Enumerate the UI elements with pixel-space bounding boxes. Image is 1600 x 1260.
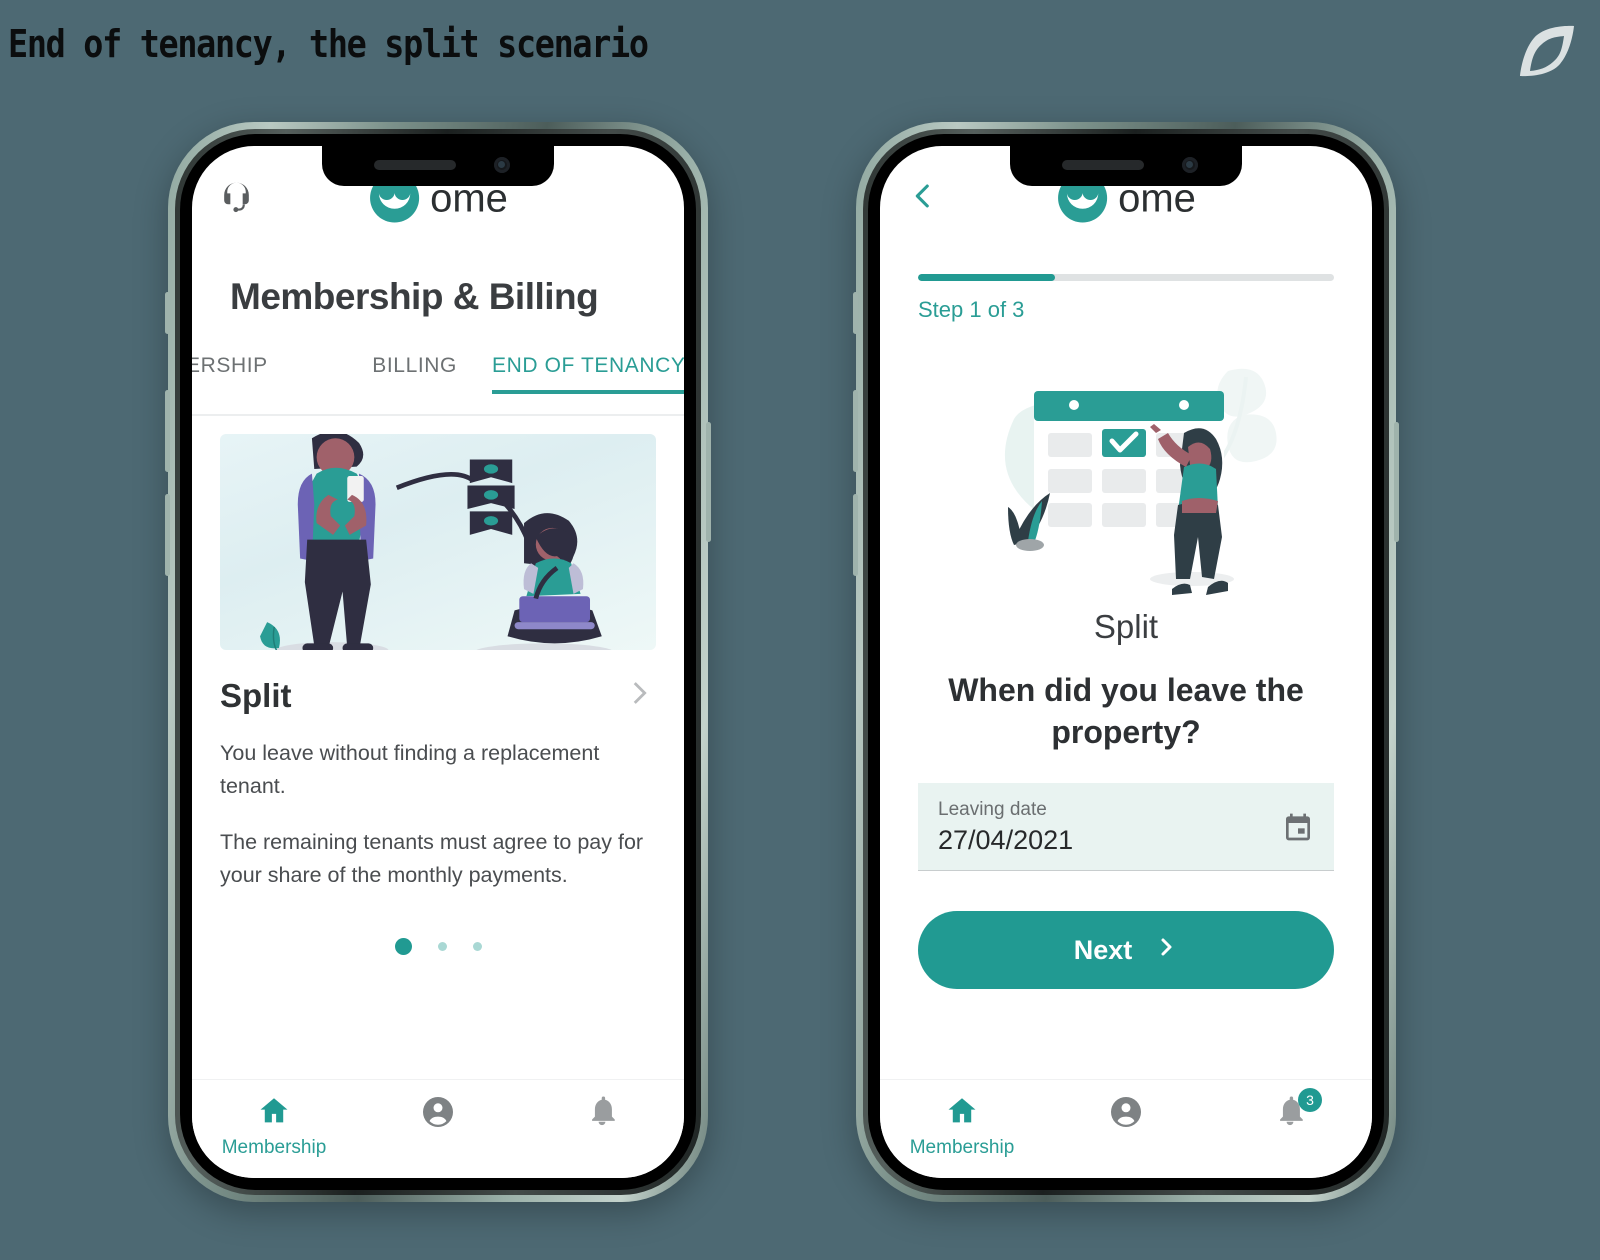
nav-item-profile[interactable] [1044, 1080, 1208, 1135]
step-progress [880, 274, 1372, 281]
calendar-icon[interactable] [1282, 811, 1314, 843]
bottom-navigation-right: Membership 3 [880, 1079, 1372, 1178]
home-icon [257, 1094, 291, 1133]
power-button[interactable] [1394, 422, 1399, 542]
earpiece-speaker [1062, 160, 1144, 170]
tab-bar-rule [192, 414, 684, 416]
nav-item-profile[interactable] [356, 1080, 520, 1135]
bell-icon [585, 1094, 619, 1133]
progress-fill [918, 274, 1056, 281]
chevron-left-icon[interactable] [906, 179, 940, 213]
card-header: Split [192, 650, 684, 715]
nav-item-notifications[interactable]: 3 [1208, 1080, 1372, 1133]
home-icon [945, 1094, 979, 1133]
tab-end-of-tenancy[interactable]: END OF TENANCY [492, 354, 684, 394]
split-illustration [220, 434, 656, 650]
earpiece-speaker [374, 160, 456, 170]
nav-label-membership: Membership [221, 1137, 327, 1158]
nav-item-membership[interactable]: Membership [880, 1080, 1044, 1159]
phone-right-device: ome Step 1 of 3 Split When did you leave… [853, 122, 1399, 1202]
leaving-date-label: Leaving date [938, 799, 1047, 821]
card-title: Split [220, 676, 292, 714]
notch [322, 146, 554, 186]
carousel-dot-2[interactable] [437, 942, 447, 952]
leaving-date-field[interactable]: Leaving date 27/04/2021 [918, 783, 1334, 872]
notch [1010, 146, 1242, 186]
volume-up-button[interactable] [165, 390, 170, 472]
volume-down-button[interactable] [853, 494, 858, 576]
person-icon [420, 1094, 456, 1135]
next-button-label: Next [1073, 934, 1133, 965]
step-label: Step 1 of 3 [918, 297, 1025, 322]
person-icon [1108, 1094, 1144, 1135]
chevron-right-icon[interactable] [622, 676, 656, 715]
front-camera [1182, 157, 1198, 173]
flow-question: When did you leave the property? [948, 672, 1304, 750]
carousel-dots [192, 938, 684, 956]
chevron-right-icon [1154, 935, 1178, 966]
tab-billing[interactable]: BILLING [337, 354, 492, 394]
leaving-date-value[interactable]: 27/04/2021 [938, 825, 1314, 856]
nav-label-membership: Membership [909, 1137, 1015, 1158]
carousel-dot-3[interactable] [472, 942, 482, 952]
phone-left-screen: ome Membership & Billing ERSHIP BILLING … [192, 146, 684, 1178]
card-paragraph-2: The remaining tenants must agree to pay … [220, 829, 644, 887]
notification-badge: 3 [1298, 1088, 1322, 1112]
tab-bar: ERSHIP BILLING END OF TENANCY [192, 354, 684, 416]
nav-item-membership[interactable]: Membership [192, 1080, 356, 1159]
progress-track [918, 274, 1334, 281]
volume-down-button[interactable] [165, 494, 170, 576]
nav-item-notifications[interactable] [520, 1080, 684, 1133]
phone-right-screen: ome Step 1 of 3 Split When did you leave… [880, 146, 1372, 1178]
silence-switch[interactable] [853, 292, 858, 334]
headset-icon[interactable] [218, 178, 255, 215]
next-button[interactable]: Next [918, 911, 1334, 990]
page-title: End of tenancy, the split scenario [8, 22, 649, 66]
tab-membership[interactable]: ERSHIP [192, 354, 337, 394]
phone-left-device: ome Membership & Billing ERSHIP BILLING … [165, 122, 711, 1202]
front-camera [494, 157, 510, 173]
bottom-navigation-left: Membership [192, 1079, 684, 1178]
silence-switch[interactable] [165, 292, 170, 334]
page-heading: Membership & Billing [230, 276, 599, 317]
ome-leaf-logo [1516, 20, 1578, 82]
power-button[interactable] [706, 422, 711, 542]
calendar-illustration [880, 341, 1372, 596]
volume-up-button[interactable] [853, 390, 858, 472]
flow-subtitle: Split [1093, 608, 1159, 645]
carousel-dot-1[interactable] [394, 938, 412, 956]
card-paragraph-1: You leave without finding a replacement … [220, 741, 600, 799]
